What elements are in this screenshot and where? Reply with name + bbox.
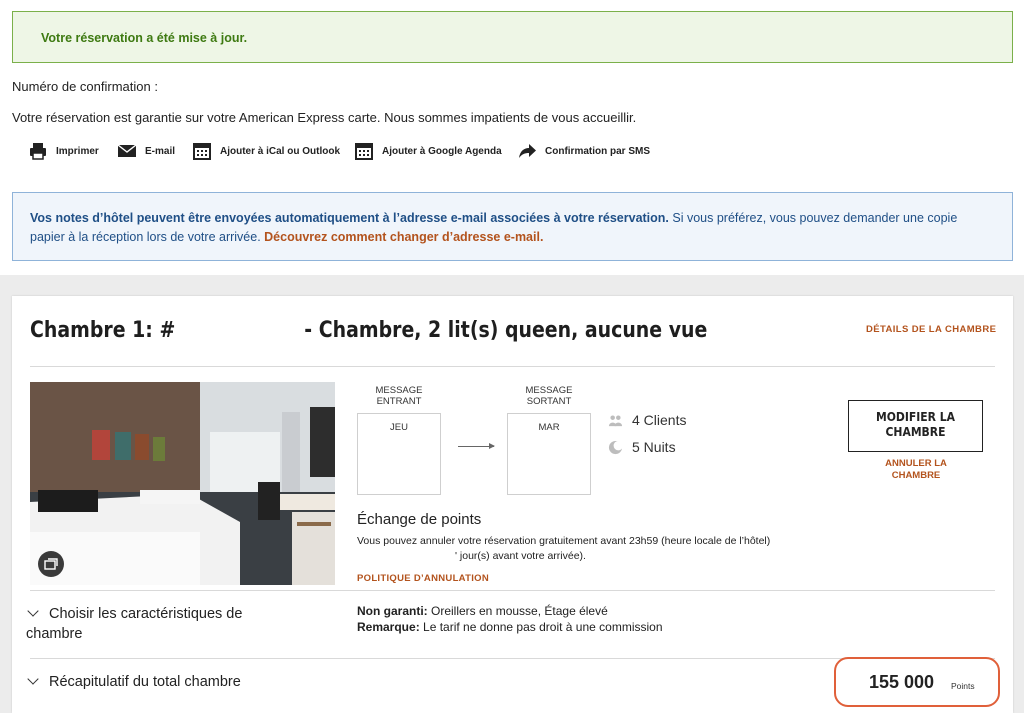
chevron-down-icon: [27, 673, 39, 685]
modify-room-button[interactable]: MODIFIER LA CHAMBRE: [848, 400, 983, 452]
hotel-notes-bold: Vos notes d’hôtel peuvent être envoyées …: [30, 211, 669, 225]
points-unit: Points: [951, 681, 975, 691]
checkin-label: MESSAGE ENTRANT: [375, 385, 423, 407]
calendar-icon: [193, 143, 211, 160]
share-arrow-icon: [519, 144, 536, 158]
guarantee-text: Votre réservation est garantie sur votre…: [12, 110, 637, 125]
hotel-notes-banner: Vos notes d’hôtel peuvent être envoyées …: [12, 192, 1013, 261]
nights-stat: 5 Nuits: [608, 439, 676, 455]
confirmation-number-label: Numéro de confirmation :: [12, 79, 158, 94]
print-action[interactable]: Imprimer: [28, 141, 99, 161]
checkin-day-box: JEU: [357, 413, 441, 495]
divider: [30, 590, 995, 591]
remark-row: Remarque: Le tarif ne donne pas droit à …: [357, 619, 663, 635]
room-card: Chambre 1: # - Chambre, 2 lit(s) queen, a…: [12, 296, 1013, 713]
points-exchange-title: Échange de points: [357, 511, 482, 528]
ical-label: Ajouter à iCal ou Outlook: [220, 145, 341, 157]
checkout-day: MAR: [538, 422, 560, 433]
not-guaranteed-value: Oreillers en mousse, Étage élevé: [427, 604, 608, 618]
photo-gallery-button[interactable]: [38, 551, 64, 577]
print-label: Imprimer: [56, 145, 99, 157]
room-title-suffix: - Chambre, 2 lit(s) queen, aucune vue: [304, 318, 708, 343]
room-features-label: Choisir les caractéristiques de chambre: [26, 606, 243, 642]
sms-label: Confirmation par SMS: [545, 145, 651, 157]
nights-count: 5 Nuits: [632, 439, 676, 455]
email-label: E-mail: [145, 145, 176, 157]
google-calendar-action[interactable]: Ajouter à Google Agenda: [354, 141, 502, 161]
room-title-prefix: Chambre 1: #: [30, 318, 176, 343]
people-icon: [608, 414, 623, 426]
chevron-down-icon: [27, 605, 39, 617]
success-banner: Votre réservation a été mise à jour.: [12, 11, 1013, 63]
cancellation-line-1: Vous pouvez annuler votre réservation gr…: [357, 535, 771, 547]
hotel-room-image: [30, 382, 335, 585]
room-features-toggle[interactable]: Choisir les caractéristiques de chambre: [26, 604, 296, 644]
room-notes: Non garanti: Oreillers en mousse, Étage …: [357, 603, 663, 635]
calendar-icon: [355, 143, 373, 160]
total-points: 155 000: [869, 672, 935, 692]
moon-icon: [608, 440, 623, 454]
cancellation-policy-text: Vous pouvez annuler votre réservation gr…: [357, 534, 837, 564]
room-photo[interactable]: [30, 382, 335, 585]
modify-room-label: MODIFIER LA CHAMBRE: [875, 410, 956, 439]
ical-action[interactable]: Ajouter à iCal ou Outlook: [192, 141, 340, 161]
success-message: Votre réservation a été mise à jour.: [41, 31, 248, 45]
printer-icon: [30, 143, 46, 160]
checkout-label: MESSAGE SORTANT: [525, 385, 573, 407]
not-guaranteed-row: Non garanti: Oreillers en mousse, Étage …: [357, 603, 663, 619]
change-email-link[interactable]: Découvrez comment changer d’adresse e-ma…: [264, 230, 543, 244]
checkin-day: JEU: [390, 422, 408, 433]
total-points-highlight: 155 000 Points: [834, 657, 1000, 707]
room-details-link[interactable]: DÉTAILS DE LA CHAMBRE: [866, 324, 996, 335]
arrow-right-icon: [458, 443, 495, 449]
google-calendar-label: Ajouter à Google Agenda: [382, 145, 502, 157]
divider: [30, 366, 995, 367]
checkout-day-box: MAR: [507, 413, 591, 495]
cancellation-policy-link[interactable]: POLITIQUE D’ANNULATION: [357, 573, 489, 584]
email-action[interactable]: E-mail: [117, 141, 175, 161]
room-total-summary-toggle[interactable]: Récapitulatif du total chambre: [26, 673, 241, 690]
guests-stat: 4 Clients: [608, 412, 686, 428]
envelope-icon: [117, 144, 137, 157]
guests-count: 4 Clients: [632, 412, 687, 428]
remark-label: Remarque:: [357, 620, 420, 634]
cancellation-line-2: ' jour(s) avant votre arrivée).: [455, 550, 586, 562]
room-title: Chambre 1: # - Chambre, 2 lit(s) queen, a…: [30, 318, 707, 343]
gallery-icon: [44, 558, 58, 570]
sms-action[interactable]: Confirmation par SMS: [517, 141, 650, 161]
remark-value: Le tarif ne donne pas droit à une commis…: [419, 620, 663, 634]
room-total-summary-label: Récapitulatif du total chambre: [49, 674, 241, 690]
not-guaranteed-label: Non garanti:: [357, 604, 428, 618]
cancel-room-link[interactable]: ANNULER LA CHAMBRE: [868, 458, 964, 482]
